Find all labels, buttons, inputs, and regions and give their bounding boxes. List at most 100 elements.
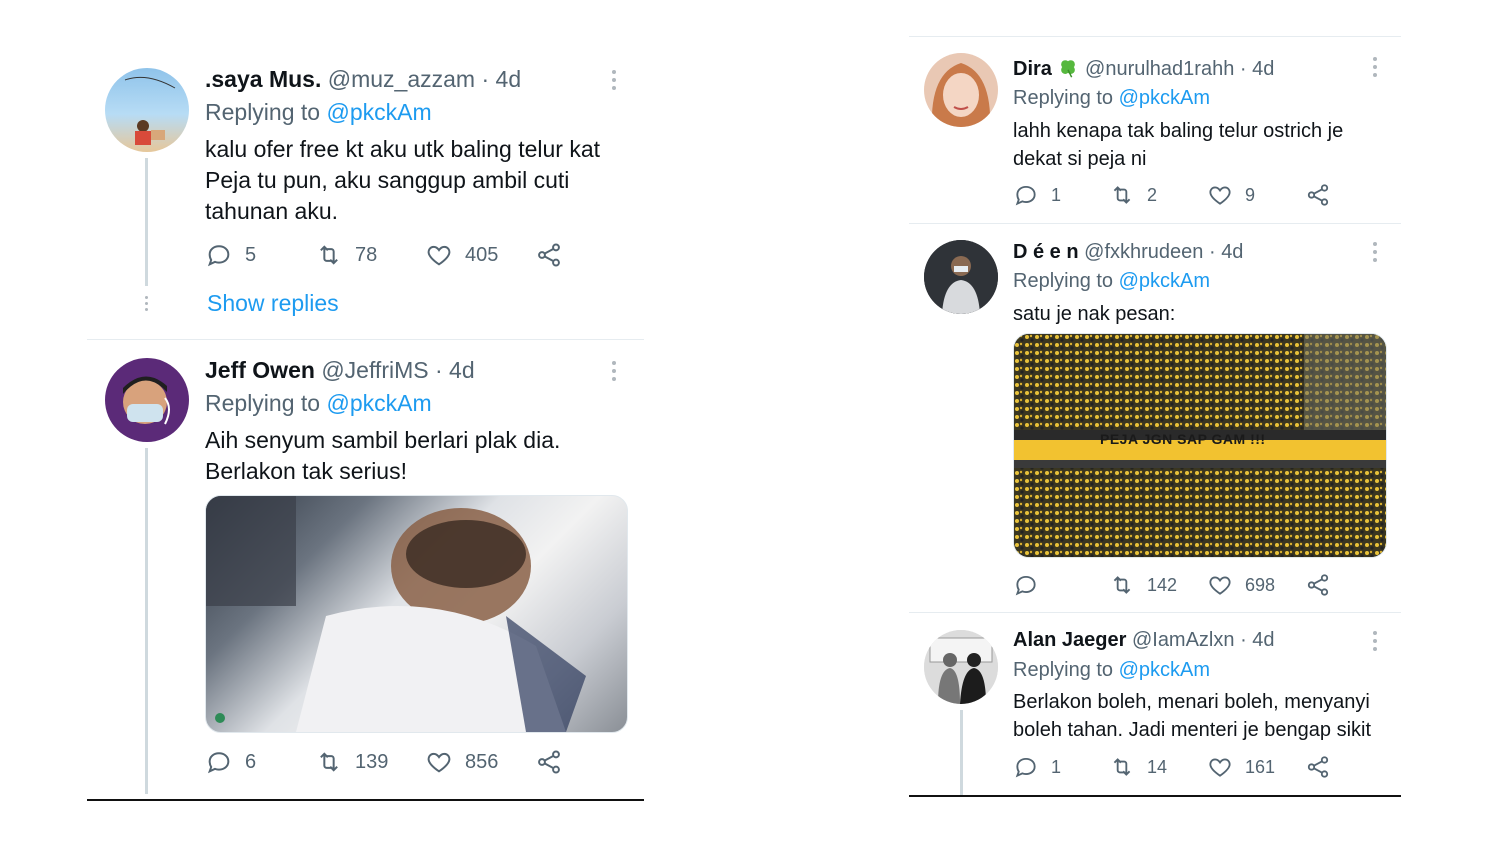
- share-button[interactable]: [535, 748, 563, 776]
- mention-link[interactable]: @pkckAm: [326, 99, 431, 125]
- share-icon: [538, 243, 560, 267]
- reply-icon: [1015, 185, 1036, 206]
- retweet-icon: [320, 752, 338, 772]
- more-options-icon[interactable]: [612, 361, 616, 385]
- reply-count: 6: [245, 750, 257, 773]
- share-button[interactable]: [535, 241, 563, 269]
- replying-to: Replying to @pkckAm: [1013, 87, 1210, 110]
- tweet-actions: 5 78 405: [205, 241, 585, 271]
- retweet-icon: [1113, 186, 1131, 204]
- replying-label: Replying to: [1013, 87, 1114, 109]
- replying-label: Replying to: [1013, 270, 1114, 292]
- tweet-text: kalu ofer free kt aku utk baling telur k…: [205, 136, 601, 224]
- like-button[interactable]: 9: [1207, 182, 1255, 208]
- retweet-button[interactable]: 139: [315, 748, 388, 776]
- avatar[interactable]: [105, 358, 189, 442]
- retweet-button[interactable]: 14: [1109, 754, 1167, 780]
- tweet-text: Aih senyum sambil berlari plak dia. Berl…: [205, 427, 561, 484]
- mention-link[interactable]: @pkckAm: [1119, 87, 1210, 109]
- share-icon: [1307, 184, 1329, 206]
- replying-to: Replying to @pkckAm: [1013, 659, 1210, 682]
- tweet-saya-mus[interactable]: .saya Mus. @muz_azzam · 4d Replying to @…: [87, 0, 644, 340]
- handle[interactable]: @IamAzlxn: [1132, 629, 1235, 651]
- reply-count: 1: [1051, 184, 1062, 205]
- reply-icon: [1015, 757, 1036, 778]
- more-options-icon[interactable]: [1373, 242, 1377, 266]
- show-replies-link[interactable]: Show replies: [207, 290, 339, 317]
- retweet-button[interactable]: 142: [1109, 572, 1177, 598]
- share-button[interactable]: [1305, 182, 1331, 208]
- tweet-header: .saya Mus. @muz_azzam · 4d: [205, 66, 521, 93]
- share-icon: [1307, 756, 1329, 778]
- handle[interactable]: @fxkhrudeen: [1084, 241, 1203, 263]
- mention-link[interactable]: @pkckAm: [1119, 659, 1210, 681]
- replying-label: Replying to: [205, 390, 321, 416]
- reply-button[interactable]: 1: [1013, 754, 1061, 780]
- timestamp[interactable]: 4d: [1252, 629, 1274, 651]
- reply-button[interactable]: 5: [205, 241, 256, 269]
- clover-icon: [1061, 60, 1076, 78]
- display-name[interactable]: D é e n: [1013, 241, 1079, 263]
- timestamp[interactable]: 4d: [1221, 241, 1243, 263]
- reply-button[interactable]: 1: [1013, 182, 1061, 208]
- tweet-text: satu je nak pesan:: [1013, 303, 1176, 325]
- like-button[interactable]: 856: [425, 748, 498, 776]
- display-name[interactable]: .saya Mus.: [205, 66, 321, 92]
- like-button[interactable]: 161: [1207, 754, 1275, 780]
- share-icon: [1307, 574, 1329, 596]
- retweet-count: 78: [355, 243, 378, 266]
- tweet-text: lahh kenapa tak baling telur ostrich je …: [1013, 120, 1344, 170]
- like-button[interactable]: 698: [1207, 572, 1275, 598]
- tweet-jeff-owen[interactable]: Jeff Owen @JeffriMS · 4d Replying to @pk…: [87, 340, 644, 802]
- share-button[interactable]: [1305, 754, 1331, 780]
- heart-icon: [1209, 758, 1231, 777]
- more-options-icon[interactable]: [1373, 631, 1377, 655]
- reply-button[interactable]: [1013, 572, 1051, 598]
- handle[interactable]: @nurulhad1rahh: [1085, 58, 1234, 80]
- more-options-icon[interactable]: [612, 70, 616, 94]
- display-name[interactable]: Alan Jaeger: [1013, 629, 1126, 651]
- retweet-button[interactable]: 78: [315, 241, 377, 269]
- handle[interactable]: @muz_azzam: [328, 66, 475, 92]
- reply-icon: [207, 245, 230, 267]
- tweet-header: Jeff Owen @JeffriMS · 4d: [205, 357, 475, 384]
- reply-button[interactable]: 6: [205, 748, 256, 776]
- handle[interactable]: @JeffriMS: [321, 357, 428, 383]
- thread-continue-dots: [145, 296, 149, 315]
- tweet-video[interactable]: [205, 495, 628, 733]
- replying-to: Replying to @pkckAm: [205, 390, 432, 417]
- tweet-actions: 1 2 9: [1013, 182, 1333, 212]
- avatar[interactable]: [924, 630, 998, 704]
- avatar[interactable]: [924, 240, 998, 314]
- retweet-button[interactable]: 2: [1109, 182, 1157, 208]
- tweet-deen[interactable]: D é e n @fxkhrudeen · 4d Replying to @pk…: [909, 224, 1401, 612]
- retweet-count: 2: [1147, 184, 1158, 205]
- thread-line: [960, 710, 963, 795]
- mention-link[interactable]: @pkckAm: [1119, 270, 1210, 292]
- mention-link[interactable]: @pkckAm: [326, 390, 431, 416]
- timestamp[interactable]: 4d: [496, 66, 522, 92]
- display-name[interactable]: Dira: [1013, 58, 1052, 80]
- reply-icon: [207, 752, 230, 774]
- time-separator: ·: [434, 357, 450, 383]
- tweet-header: Alan Jaeger @IamAzlxn · 4d: [1013, 629, 1275, 652]
- avatar[interactable]: [105, 68, 189, 152]
- tweet-dira[interactable]: Dira @nurulhad1rahh · 4d Replying to @pk…: [909, 37, 1401, 223]
- more-options-icon[interactable]: [1373, 57, 1377, 81]
- heart-icon: [1209, 186, 1231, 205]
- tweet-image[interactable]: PEJA JGN SAP GAM !!!: [1013, 333, 1387, 558]
- like-count: 856: [465, 750, 499, 773]
- share-button[interactable]: [1305, 572, 1331, 598]
- tweet-actions: 6 139 856: [205, 748, 585, 778]
- timestamp[interactable]: 4d: [1252, 58, 1274, 80]
- timestamp[interactable]: 4d: [449, 357, 475, 383]
- avatar[interactable]: [924, 53, 998, 127]
- like-button[interactable]: 405: [425, 241, 498, 269]
- replying-to: Replying to @pkckAm: [205, 99, 432, 126]
- tweet-alan-jaeger[interactable]: Alan Jaeger @IamAzlxn · 4d Replying to @…: [909, 613, 1401, 796]
- tweet-header: Dira @nurulhad1rahh · 4d: [1013, 57, 1274, 81]
- reply-count: 5: [245, 243, 257, 266]
- retweet-count: 14: [1147, 756, 1168, 777]
- time-separator: ·: [1208, 241, 1222, 263]
- display-name[interactable]: Jeff Owen: [205, 357, 315, 383]
